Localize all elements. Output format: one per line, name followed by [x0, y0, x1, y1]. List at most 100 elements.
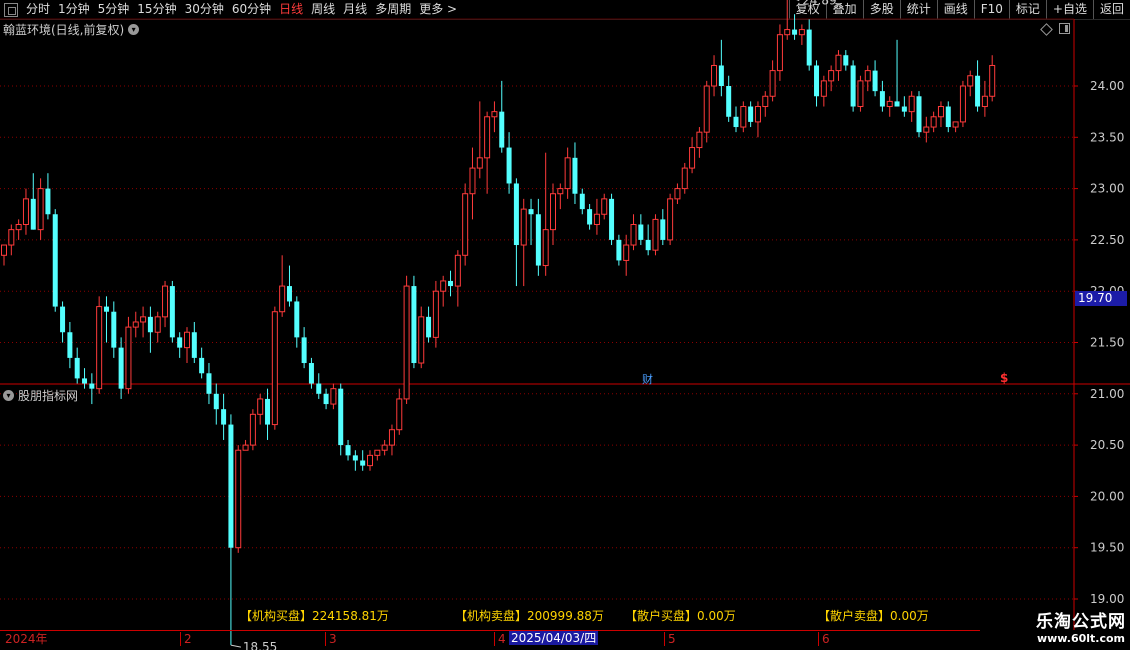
candle-body [484, 116, 491, 159]
time-label: 6 [818, 632, 830, 646]
candle-body [177, 337, 183, 348]
candle-body [975, 75, 981, 107]
candle-body [111, 311, 117, 348]
candle-body [74, 357, 80, 379]
candle-body [945, 106, 951, 128]
price-tick-label: 19.50 [1090, 541, 1124, 555]
candle-body [667, 198, 674, 241]
time-label: 5 [664, 632, 676, 646]
cursor-date: 2025/04/03/四 [509, 631, 599, 645]
high-pointer [796, 0, 800, 2]
candle-body [132, 321, 139, 328]
dividend-marker[interactable]: $ [1000, 371, 1008, 385]
candle-body [67, 332, 73, 358]
price-tick-label: 24.00 [1090, 79, 1124, 93]
candle-body [748, 106, 754, 122]
candle-body [257, 398, 264, 415]
candle-body [37, 188, 44, 231]
candle-body [228, 424, 234, 548]
candle-body [930, 116, 937, 128]
candle-body [381, 444, 388, 451]
candle-body [711, 64, 718, 87]
candle-body [316, 383, 322, 394]
candle-body [572, 157, 578, 194]
price-tick-label: 22.50 [1090, 233, 1124, 247]
candlestick-chart[interactable]: 24.0023.5023.0022.5022.0021.5021.0020.50… [0, 0, 1130, 650]
candle-body [448, 280, 454, 287]
candle-body [981, 95, 988, 108]
candle-body [630, 224, 637, 246]
candle-body [89, 383, 95, 389]
candle-body [872, 70, 878, 92]
candle-body [542, 229, 549, 267]
candle-body [806, 29, 812, 66]
candle-body [520, 208, 527, 246]
candle-body [199, 357, 205, 374]
candle-body [323, 393, 329, 405]
stat-inst-sell: 【机构卖盘】200999.88万 [455, 609, 604, 623]
indicator-name: 股朋指标网 [18, 389, 79, 403]
candle-body [15, 224, 22, 231]
candle-body [814, 65, 820, 97]
candle-body [857, 80, 864, 108]
candle-body [718, 65, 724, 86]
candle-body [338, 388, 344, 446]
candle-body [360, 460, 366, 466]
candle-body [557, 188, 564, 195]
candle-body [623, 244, 630, 261]
candle-body [374, 449, 381, 456]
candle-body [52, 214, 58, 307]
candle-body [776, 34, 783, 72]
candle-body [169, 286, 175, 338]
candle-body [652, 218, 659, 251]
candle-body [579, 193, 585, 210]
candle-body [22, 198, 29, 226]
time-label: 3 [325, 632, 337, 646]
candle-body [696, 131, 703, 149]
candle-body [286, 286, 292, 302]
candle-body [82, 378, 88, 384]
candle-body [367, 454, 373, 467]
candle-body [330, 388, 337, 405]
candle-body [279, 285, 286, 313]
candle-body [535, 214, 541, 266]
candle-body [864, 70, 871, 82]
candle-body [564, 157, 571, 190]
candle-body [923, 126, 930, 133]
candle-body [301, 337, 307, 364]
candle-body [396, 398, 403, 431]
candle-body [528, 209, 534, 215]
candle-body [118, 347, 124, 389]
candle-body [916, 96, 922, 133]
time-axis: 2024年 2 3 4 5 6 [0, 630, 980, 647]
candle-body [154, 316, 161, 333]
candle-body [271, 311, 278, 426]
candle-body [901, 106, 907, 112]
candle-body [937, 106, 944, 118]
candle-body [952, 121, 959, 128]
high-label: 24.89 [802, 0, 836, 8]
watermark: 乐淘公式网 www.60lt.com [1036, 612, 1126, 645]
candle-body [454, 254, 461, 287]
candle-body [60, 306, 66, 333]
candle-body [213, 393, 219, 410]
candle-body [191, 332, 197, 358]
candle-body [140, 316, 147, 323]
finance-marker[interactable]: 财 [642, 371, 653, 387]
candle-body [96, 306, 103, 390]
candle-body [681, 167, 688, 190]
stat-retail-sell: 【散户卖盘】0.00万 [818, 609, 929, 623]
chevron-down-icon[interactable]: ▾ [3, 390, 14, 401]
candle-body [638, 224, 644, 240]
candle-body [689, 147, 696, 169]
candle-body [469, 167, 476, 195]
candle-body [345, 445, 351, 456]
candle-body [587, 209, 593, 225]
candle-body [206, 373, 212, 394]
indicator-title: ▾ 股朋指标网 [3, 387, 78, 404]
candle-body [221, 409, 227, 425]
time-label: 2024年 [5, 632, 48, 646]
candle-body [820, 80, 827, 97]
price-tick-label: 20.00 [1090, 489, 1124, 503]
candle-body [1, 244, 7, 256]
